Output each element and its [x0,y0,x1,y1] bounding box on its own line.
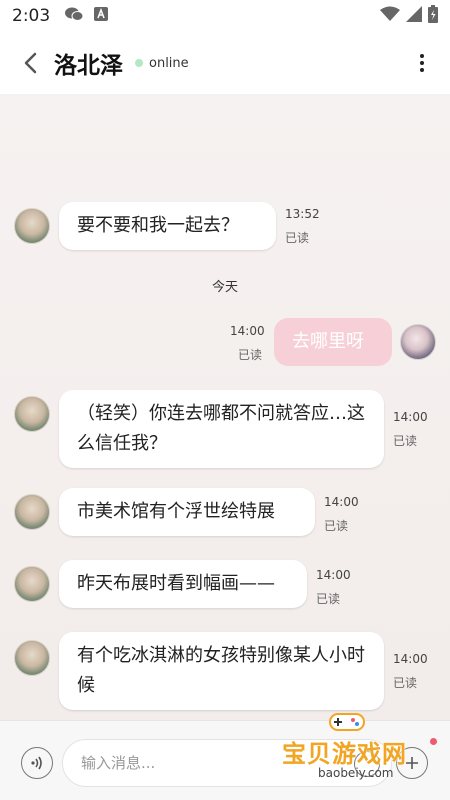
read-receipt: 已读 [324,519,349,533]
status-time: 2:03 [12,6,51,26]
chat-header: 洛北泽 online [0,32,450,94]
message-time: 14:00 [393,410,428,424]
more-vertical-icon[interactable] [410,49,434,77]
message-bubble-received: 要不要和我一起去？ [59,202,276,250]
message-meta: 14:00 已读 [393,647,428,695]
contact-avatar[interactable] [14,396,50,432]
message-text: 市美术馆有个浮世绘特展 [77,501,275,522]
message-bubble-received: 昨天布展时看到幅画—— [59,560,307,608]
message-bubble-received: 有个吃冰淇淋的女孩特别像某人小时候 [59,632,384,710]
message-text: 昨天布展时看到幅画—— [77,573,275,594]
message-bubble-sent: 去哪里呀 [274,318,392,366]
message-text: （轻笑）你连去哪都不问就答应…这么信任我？ [77,403,365,454]
message-time: 14:00 [393,652,428,666]
watermark-text: 宝贝游戏网 [282,740,407,768]
message-bubble-received: （轻笑）你连去哪都不问就答应…这么信任我？ [59,390,384,468]
message-time: 14:00 [230,324,265,338]
message-meta: 14:00 已读 [393,405,428,453]
read-receipt: 已读 [316,592,341,606]
online-status-dot [135,59,143,67]
user-avatar[interactable] [400,324,436,360]
gamepad-icon [329,713,365,731]
message-time: 14:00 [324,495,359,509]
chat-messages[interactable]: 要不要和我一起去？ 13:52 已读 今天 14:00 已读 去哪里呀 （轻笑）… [0,94,450,720]
wechat-icon [64,6,84,26]
message-meta: 13:52 已读 [285,202,320,250]
status-bar: 2:03 [0,0,450,32]
message-meta: 14:00 已读 [316,563,351,611]
message-text: 要不要和我一起去？ [77,215,239,236]
watermark: 宝贝游戏网 baobeiy.com [272,706,440,790]
battery-icon [428,4,438,28]
watermark-url: baobeiy.com [318,766,394,780]
page-title: 洛北泽 [54,53,123,79]
message-time: 14:00 [316,568,351,582]
message-bubble-received: 市美术馆有个浮世绘特展 [59,488,315,536]
contact-avatar[interactable] [14,566,50,602]
message-text: 有个吃冰淇淋的女孩特别像某人小时候 [77,645,365,696]
cellular-icon [406,5,422,27]
message-meta: 14:00 已读 [230,319,265,367]
a-icon [94,7,109,25]
chevron-left-icon[interactable] [16,49,44,77]
notification-dot [430,738,437,745]
message-time: 13:52 [285,207,320,221]
online-status-text: online [149,55,189,71]
read-receipt: 已读 [393,434,418,448]
contact-avatar[interactable] [14,208,50,244]
read-receipt: 已读 [285,231,310,245]
message-meta: 14:00 已读 [324,490,359,538]
date-separator: 今天 [211,280,238,295]
contact-avatar[interactable] [14,640,50,676]
voice-icon[interactable] [21,747,53,779]
read-receipt: 已读 [393,676,418,690]
read-receipt: 已读 [237,348,262,362]
wifi-icon [380,6,400,27]
message-text: 去哪里呀 [292,331,364,352]
contact-avatar[interactable] [14,494,50,530]
